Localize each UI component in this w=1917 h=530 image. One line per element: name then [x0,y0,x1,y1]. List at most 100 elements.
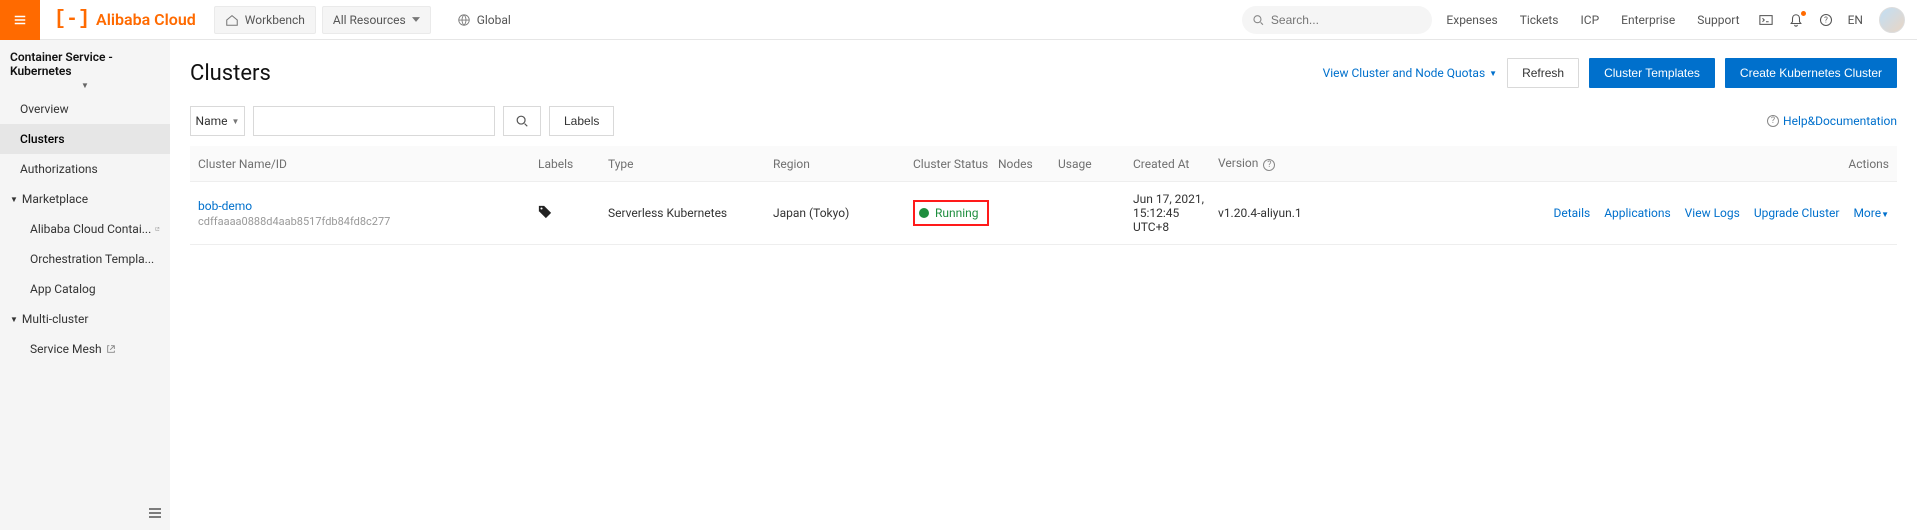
workbench-button[interactable]: Workbench [214,6,316,34]
language-selector[interactable]: EN [1844,13,1867,27]
topbar: [-] Alibaba Cloud Workbench All Resource… [0,0,1917,40]
sidebar-service-title[interactable]: Container Service - Kubernetes ▼ [0,40,170,94]
filter-value-input[interactable] [253,106,495,136]
hamburger-icon [13,13,27,27]
clusters-table: Cluster Name/ID Labels Type Region Clust… [190,146,1897,245]
help-icon: ? [1767,115,1779,127]
sidebar-item-label: Authorizations [20,162,98,176]
external-link-icon [106,344,116,354]
table-header-row: Cluster Name/ID Labels Type Region Clust… [190,146,1897,182]
region-label: Global [477,13,511,27]
nav-enterprise[interactable]: Enterprise [1613,13,1683,27]
chevron-down-icon: ▼ [1489,69,1497,78]
action-details[interactable]: Details [1553,206,1590,220]
page-header: Clusters View Cluster and Node Quotas ▼ … [190,58,1897,88]
chevron-down-icon: ▼ [10,315,18,324]
tag-icon[interactable] [538,205,552,219]
cell-created: Jun 17, 2021, 15:12:45 UTC+8 [1133,192,1218,234]
created-line1: Jun 17, 2021, [1133,192,1218,206]
sidebar-item-authorizations[interactable]: Authorizations [0,154,170,184]
help-icon[interactable]: ? [1263,159,1275,171]
help-button[interactable]: ? [1814,13,1838,27]
cell-region: Japan (Tokyo) [773,206,913,220]
filter-field-dropdown[interactable]: Name ▼ [190,106,245,136]
notification-dot-icon [1801,11,1806,16]
menu-toggle-button[interactable] [0,0,40,40]
sidebar-item-overview[interactable]: Overview [0,94,170,124]
sidebar-item-label: App Catalog [30,282,96,296]
sidebar-item-clusters[interactable]: Clusters [0,124,170,154]
sidebar-item-label: Alibaba Cloud Contai... [30,222,151,236]
help-documentation-label: Help&Documentation [1783,114,1897,128]
sidebar-item-orchestration-templates[interactable]: Orchestration Templa... [0,244,170,274]
col-header-status: Cluster Status [913,157,998,171]
all-resources-dropdown[interactable]: All Resources [322,6,431,34]
col-header-name: Cluster Name/ID [198,157,538,171]
filter-search-button[interactable] [503,106,541,136]
shell: Container Service - Kubernetes ▼ Overvie… [0,40,1917,530]
cloudshell-button[interactable] [1754,13,1778,27]
sidebar-item-label: Clusters [20,132,65,146]
action-more-dropdown[interactable]: More▼ [1853,206,1889,220]
cluster-name-link[interactable]: bob-demo [198,199,538,213]
view-quotas-label: View Cluster and Node Quotas [1323,66,1486,80]
page-title: Clusters [190,61,271,86]
status-dot-icon [919,208,929,218]
notifications-button[interactable] [1784,13,1808,27]
action-upgrade[interactable]: Upgrade Cluster [1754,206,1840,220]
cluster-templates-button[interactable]: Cluster Templates [1589,58,1715,88]
nav-support[interactable]: Support [1689,13,1747,27]
sidebar-service-label: Container Service - Kubernetes [10,50,113,78]
cell-labels [538,205,608,222]
status-badge: Running [913,200,989,226]
chevron-down-icon: ▼ [232,117,240,126]
create-cluster-button[interactable]: Create Kubernetes Cluster [1725,58,1897,88]
sidebar-item-app-catalog[interactable]: App Catalog [0,274,170,304]
brand-bracket-icon: [-] [54,8,90,31]
global-search-input[interactable] [1271,13,1423,27]
col-header-version: Version ? [1218,156,1398,171]
collapse-icon [148,507,162,519]
status-text: Running [935,206,979,220]
search-icon [515,114,529,128]
create-cluster-label: Create Kubernetes Cluster [1740,66,1882,80]
chevron-down-icon: ▼ [1881,210,1889,219]
filter-field-label: Name [196,114,228,128]
sidebar: Container Service - Kubernetes ▼ Overvie… [0,40,170,530]
sidebar-group-marketplace[interactable]: ▼ Marketplace [0,184,170,214]
sidebar-item-container-registry[interactable]: Alibaba Cloud Contai... [0,214,170,244]
view-quotas-link[interactable]: View Cluster and Node Quotas ▼ [1323,66,1497,80]
table-row: bob-demo cdffaaaa0888d4aab8517fdb84fd8c2… [190,182,1897,245]
help-icon: ? [1819,13,1833,27]
svg-text:?: ? [1824,15,1828,24]
refresh-button[interactable]: Refresh [1507,58,1579,88]
action-applications[interactable]: Applications [1604,206,1670,220]
sidebar-item-service-mesh[interactable]: Service Mesh [0,334,170,364]
action-view-logs[interactable]: View Logs [1685,206,1740,220]
nav-tickets[interactable]: Tickets [1512,13,1567,27]
labels-filter-label: Labels [564,114,599,128]
nav-icp[interactable]: ICP [1573,13,1608,27]
global-search[interactable] [1242,6,1432,34]
workbench-label: Workbench [245,13,305,27]
user-avatar[interactable] [1879,7,1905,33]
col-header-nodes: Nodes [998,157,1058,171]
cluster-templates-label: Cluster Templates [1604,66,1700,80]
sidebar-collapse-button[interactable] [148,507,162,522]
region-selector[interactable]: Global [447,6,521,34]
brand-logo[interactable]: [-] Alibaba Cloud [54,8,196,31]
nav-expenses[interactable]: Expenses [1438,13,1505,27]
labels-filter-button[interactable]: Labels [549,106,614,136]
chevron-down-icon [412,17,420,22]
col-header-region: Region [773,157,913,171]
home-icon [225,13,239,27]
main-content: Clusters View Cluster and Node Quotas ▼ … [170,40,1917,530]
help-documentation-link[interactable]: ? Help&Documentation [1765,114,1897,128]
search-icon [1252,13,1264,27]
sidebar-group-multicluster[interactable]: ▼ Multi-cluster [0,304,170,334]
col-header-labels: Labels [538,157,608,171]
cell-cluster-name: bob-demo cdffaaaa0888d4aab8517fdb84fd8c2… [198,199,538,228]
sidebar-group-label: Marketplace [22,192,88,206]
cluster-id-text: cdffaaaa0888d4aab8517fdb84fd8c277 [198,215,538,228]
refresh-label: Refresh [1522,66,1564,80]
